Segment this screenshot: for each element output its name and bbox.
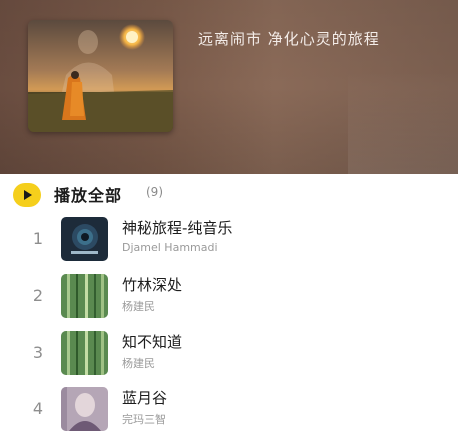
track-row[interactable]: 1 神秘旅程-纯音乐 Djamel Hammadi: [0, 211, 458, 267]
track-artist: Djamel Hammadi: [122, 241, 218, 254]
track-title: 蓝月谷: [122, 389, 168, 407]
track-index: 2: [32, 286, 44, 305]
track-thumbnail: [61, 274, 108, 318]
album-title: 远离闹市 净化心灵的旅程: [198, 30, 380, 48]
playlist-page: 远离闹市 净化心灵的旅程 播放全部 (9) 1 神秘旅程-纯音乐 Djamel …: [0, 0, 458, 434]
track-title: 神秘旅程-纯音乐: [122, 219, 233, 237]
track-thumbnail: [61, 217, 108, 261]
track-count: (9): [146, 185, 163, 199]
track-index: 4: [32, 399, 44, 418]
play-icon: [24, 190, 32, 200]
bamboo-album-art: [61, 331, 108, 375]
track-artist: 杨建民: [122, 300, 155, 313]
dark-blue-album-art: [61, 217, 108, 261]
track-thumbnail: [61, 387, 108, 431]
track-title: 竹林深处: [122, 276, 183, 294]
track-row[interactable]: 4 蓝月谷 完玛三智: [0, 381, 458, 434]
play-all-label: 播放全部: [54, 186, 123, 205]
track-title: 知不知道: [122, 333, 183, 351]
play-all-button[interactable]: [13, 183, 41, 207]
track-artist: 完玛三智: [122, 413, 166, 426]
bamboo-album-art: [61, 274, 108, 318]
track-index: 3: [32, 343, 44, 362]
track-row[interactable]: 2 竹林深处 杨建民: [0, 268, 458, 324]
track-artist: 杨建民: [122, 357, 155, 370]
track-thumbnail: [61, 331, 108, 375]
portrait-album-art: [61, 387, 108, 431]
track-index: 1: [32, 229, 44, 248]
album-header: 远离闹市 净化心灵的旅程: [0, 0, 458, 174]
album-cover[interactable]: [28, 20, 173, 132]
monk-sunset-image: [28, 20, 173, 132]
track-row[interactable]: 3 知不知道 杨建民: [0, 325, 458, 381]
play-all-bar[interactable]: 播放全部 (9): [0, 174, 458, 214]
